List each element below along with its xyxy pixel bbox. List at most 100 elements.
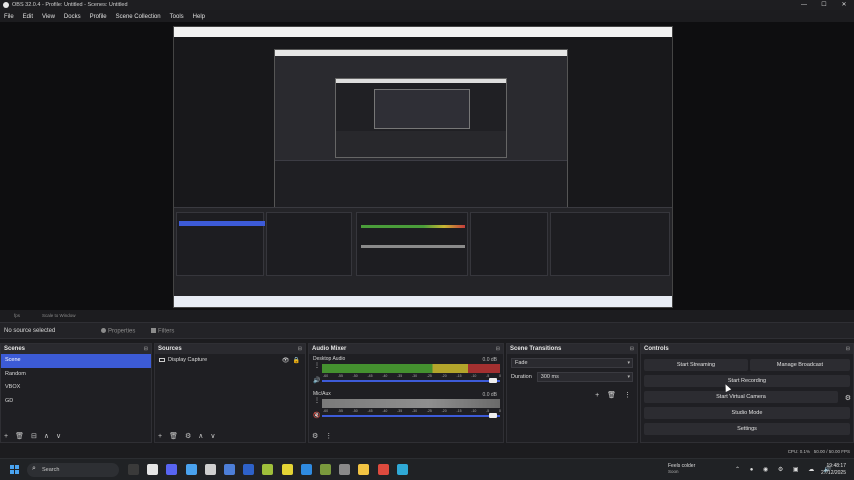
volume-meter bbox=[322, 364, 500, 373]
scene-item[interactable]: Random bbox=[1, 368, 151, 382]
menu-edit[interactable]: Edit bbox=[23, 14, 33, 20]
menu-profile[interactable]: Profile bbox=[90, 14, 107, 20]
minecraft-icon[interactable] bbox=[320, 464, 331, 475]
properties-button[interactable]: Properties bbox=[101, 328, 135, 335]
audio-mixer-footer: ⚙ ⋮ bbox=[309, 430, 503, 442]
title-bar: OBS 32.0.4 - Profile: Untitled - Scenes:… bbox=[0, 0, 854, 10]
scene-transitions-title: Scene Transitions bbox=[510, 346, 562, 352]
advanced-audio-button[interactable]: ⚙ bbox=[312, 432, 318, 440]
dock-menu-icon[interactable]: ⊟ bbox=[630, 346, 634, 352]
files-icon[interactable] bbox=[243, 464, 255, 475]
meter-scale: -60 -55 -50 -45 -40 -35 -30 -25 -20 -15 -10 -5 0 bbox=[323, 409, 501, 413]
menu-scene-collection[interactable]: Scene Collection bbox=[116, 14, 161, 20]
chrome-icon[interactable] bbox=[377, 464, 389, 475]
nested-obs-window-3 bbox=[374, 89, 470, 129]
captured-taskbar bbox=[174, 296, 672, 307]
dock-menu-icon[interactable]: ⊟ bbox=[298, 346, 302, 352]
settings-button[interactable]: Settings bbox=[644, 423, 850, 435]
dock-menu-icon[interactable]: ⊟ bbox=[496, 346, 500, 352]
virtual-camera-settings-icon[interactable]: ⚙ bbox=[845, 394, 851, 402]
channel-menu-icon[interactable]: ⋮ bbox=[314, 363, 320, 369]
roblox-studio-icon[interactable] bbox=[185, 464, 197, 475]
unity-icon[interactable] bbox=[204, 464, 216, 475]
geometry-dash-icon[interactable] bbox=[281, 464, 293, 475]
menu-tools[interactable]: Tools bbox=[170, 14, 184, 20]
mixer-menu-button[interactable]: ⋮ bbox=[325, 432, 332, 440]
scene-list: Scene Random VBOX GD bbox=[1, 354, 151, 408]
move-source-down-button[interactable]: ∨ bbox=[210, 432, 215, 440]
start-streaming-button[interactable]: Start Streaming bbox=[644, 359, 748, 371]
weather-widget[interactable]: Feels colder Soon bbox=[668, 463, 695, 474]
move-scene-down-button[interactable]: ∨ bbox=[56, 432, 61, 440]
audio-channel: Desktop Audio 0.0 dB ⋮ -60 -55 -50 -45 -40 -3… bbox=[309, 354, 503, 389]
menu-file[interactable]: File bbox=[4, 14, 14, 20]
remove-source-button[interactable]: 🗑 bbox=[169, 432, 178, 440]
windows-start-icon[interactable] bbox=[10, 465, 19, 474]
sources-title: Sources bbox=[158, 346, 182, 352]
taskbar-clock[interactable]: 19:48:17 27/12/2025 bbox=[821, 463, 846, 477]
scene-item[interactable]: VBOX bbox=[1, 381, 151, 395]
task-view-icon[interactable] bbox=[128, 464, 139, 475]
move-source-up-button[interactable]: ∧ bbox=[198, 432, 203, 440]
filters-button[interactable]: Filters bbox=[151, 328, 174, 335]
settings-icon[interactable] bbox=[339, 464, 351, 475]
obs-icon[interactable] bbox=[147, 464, 159, 475]
scene-item[interactable]: GD bbox=[1, 395, 151, 409]
taskbar-search[interactable]: ⌕ Search bbox=[27, 463, 119, 477]
transition-properties-button[interactable]: ⋮ bbox=[624, 392, 631, 399]
remove-transition-button[interactable]: 🗑 bbox=[607, 392, 616, 399]
dock-menu-icon[interactable]: ⊟ bbox=[144, 346, 148, 352]
audio-mixer-title: Audio Mixer bbox=[312, 346, 347, 352]
gear-icon bbox=[101, 328, 106, 333]
muted-speaker-icon[interactable]: 🔇 bbox=[313, 412, 320, 419]
add-source-button[interactable]: + bbox=[158, 433, 162, 440]
channel-menu-icon[interactable]: ⋮ bbox=[314, 398, 320, 404]
edge-icon[interactable] bbox=[396, 464, 408, 475]
start-recording-button[interactable]: Start Recording bbox=[644, 375, 850, 387]
virtualbox-icon[interactable] bbox=[224, 464, 235, 475]
add-transition-button[interactable]: + bbox=[595, 392, 599, 399]
remove-scene-button[interactable]: 🗑 bbox=[15, 432, 24, 440]
scale-to-window-dropdown[interactable]: Scale to Window bbox=[42, 313, 76, 318]
menu-help[interactable]: Help bbox=[193, 14, 205, 20]
nested-obs-window-2 bbox=[335, 78, 507, 158]
menu-view[interactable]: View bbox=[42, 14, 55, 20]
studio-mode-button[interactable]: Studio Mode bbox=[644, 407, 850, 419]
preview-toolbar: fps Scale to Window bbox=[0, 311, 854, 320]
controls-title: Controls bbox=[644, 346, 669, 352]
close-button[interactable]: ✕ bbox=[834, 0, 854, 10]
menu-docks[interactable]: Docks bbox=[64, 14, 81, 20]
scene-filters-button[interactable]: ⊟ bbox=[31, 432, 37, 440]
move-scene-up-button[interactable]: ∧ bbox=[44, 432, 49, 440]
preview-canvas[interactable] bbox=[173, 26, 673, 308]
discord-icon[interactable] bbox=[166, 464, 178, 475]
android-icon[interactable] bbox=[262, 464, 274, 475]
vscode-icon[interactable] bbox=[300, 464, 312, 475]
visibility-eye-icon[interactable]: 👁 bbox=[282, 357, 290, 364]
source-properties-button[interactable]: ⚙ bbox=[185, 432, 191, 440]
add-scene-button[interactable]: + bbox=[4, 433, 8, 440]
channel-name: Desktop Audio bbox=[313, 356, 346, 362]
no-source-label: No source selected bbox=[4, 328, 56, 334]
speaker-icon[interactable]: 🔊 bbox=[313, 377, 320, 384]
duration-label: Duration bbox=[511, 374, 532, 380]
dock-menu-icon[interactable]: ⊟ bbox=[846, 346, 850, 352]
volume-slider[interactable] bbox=[322, 380, 500, 382]
duration-spinbox[interactable]: 300 ms bbox=[536, 372, 633, 382]
volume-slider-handle[interactable] bbox=[489, 413, 497, 418]
start-virtual-camera-button[interactable]: Start Virtual Camera bbox=[644, 391, 838, 403]
channel-db: 0.0 dB bbox=[482, 357, 497, 363]
volume-slider-handle[interactable] bbox=[489, 378, 497, 383]
minimize-button[interactable]: — bbox=[794, 0, 814, 10]
maximize-button[interactable]: ☐ bbox=[814, 0, 834, 10]
source-item[interactable]: Display Capture 👁 🔒 bbox=[155, 354, 305, 366]
transition-select[interactable]: Fade bbox=[511, 358, 633, 368]
audio-mixer-dock: Audio Mixer ⊟ Desktop Audio 0.0 dB ⋮ -60… bbox=[308, 343, 504, 443]
file-explorer-icon[interactable] bbox=[358, 464, 370, 475]
search-placeholder: Search bbox=[42, 466, 60, 473]
volume-slider[interactable] bbox=[322, 415, 500, 417]
lock-icon[interactable]: 🔒 bbox=[293, 357, 300, 364]
window-controls: — ☐ ✕ bbox=[794, 0, 854, 10]
manage-broadcast-button[interactable]: Manage Broadcast bbox=[750, 359, 850, 371]
scene-item[interactable]: Scene bbox=[1, 354, 151, 368]
